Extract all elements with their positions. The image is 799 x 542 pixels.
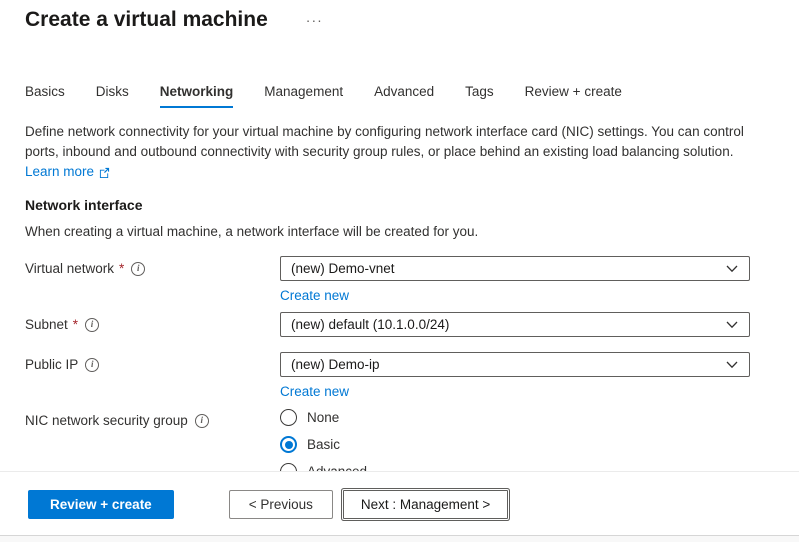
review-create-button[interactable]: Review + create	[28, 490, 174, 519]
public-ip-control: (new) Demo-ip Create new	[280, 352, 750, 401]
tab-management[interactable]: Management	[264, 84, 343, 108]
create-new-public-ip-link[interactable]: Create new	[280, 382, 349, 401]
pane-bottom-edge	[0, 535, 799, 542]
networking-form: Virtual network* i (new) Demo-vnet Creat…	[25, 256, 774, 490]
subnet-select[interactable]: (new) default (10.1.0.0/24)	[280, 312, 750, 337]
nsg-radio-none[interactable]: None	[280, 409, 750, 426]
virtual-network-control: (new) Demo-vnet Create new	[280, 256, 750, 305]
section-subtext: When creating a virtual machine, a netwo…	[25, 222, 774, 242]
tab-disks[interactable]: Disks	[96, 84, 129, 108]
required-asterisk: *	[119, 260, 124, 277]
virtual-network-value: (new) Demo-vnet	[291, 261, 395, 276]
virtual-network-select[interactable]: (new) Demo-vnet	[280, 256, 750, 281]
tab-tags[interactable]: Tags	[465, 84, 494, 108]
radio-button-icon[interactable]	[280, 409, 297, 426]
wizard-tabs: Basics Disks Networking Management Advan…	[25, 84, 774, 108]
virtual-network-label: Virtual network* i	[25, 256, 280, 277]
nsg-option-label[interactable]: None	[307, 409, 339, 426]
nic-nsg-label: NIC network security group i	[25, 408, 280, 429]
nsg-radio-basic[interactable]: Basic	[280, 436, 750, 453]
header: Create a virtual machine ···	[25, 0, 774, 34]
create-vm-pane: Create a virtual machine ··· Basics Disk…	[0, 0, 799, 490]
tab-advanced[interactable]: Advanced	[374, 84, 434, 108]
subnet-label: Subnet* i	[25, 312, 280, 333]
info-icon[interactable]: i	[131, 262, 145, 276]
chevron-down-icon	[726, 321, 738, 329]
tab-description: Define network connectivity for your vir…	[25, 122, 774, 162]
public-ip-select[interactable]: (new) Demo-ip	[280, 352, 750, 377]
chevron-down-icon	[726, 361, 738, 369]
radio-button-selected-icon[interactable]	[280, 436, 297, 453]
previous-button[interactable]: < Previous	[229, 490, 333, 519]
chevron-down-icon	[726, 265, 738, 273]
next-management-button[interactable]: Next : Management >	[343, 490, 508, 519]
section-heading: Network interface	[25, 196, 774, 214]
info-icon[interactable]: i	[85, 318, 99, 332]
subnet-control: (new) default (10.1.0.0/24)	[280, 312, 750, 337]
tab-review-create[interactable]: Review + create	[525, 84, 622, 108]
info-icon[interactable]: i	[195, 414, 209, 428]
more-menu-icon[interactable]: ···	[306, 6, 323, 34]
wizard-footer: Review + create < Previous Next : Manage…	[0, 471, 799, 535]
nsg-option-label[interactable]: Basic	[307, 436, 340, 453]
required-asterisk: *	[73, 316, 78, 333]
tab-networking[interactable]: Networking	[160, 84, 234, 108]
public-ip-row: Public IP i (new) Demo-ip Create new	[25, 352, 774, 401]
public-ip-value: (new) Demo-ip	[291, 357, 380, 372]
learn-more-link[interactable]: Learn more	[25, 162, 110, 182]
page-title: Create a virtual machine	[25, 6, 268, 34]
virtual-network-row: Virtual network* i (new) Demo-vnet Creat…	[25, 256, 774, 305]
create-new-vnet-link[interactable]: Create new	[280, 286, 349, 305]
learn-more-label: Learn more	[25, 162, 94, 182]
subnet-value: (new) default (10.1.0.0/24)	[291, 317, 449, 332]
external-link-icon	[99, 167, 110, 178]
info-icon[interactable]: i	[85, 358, 99, 372]
public-ip-label: Public IP i	[25, 352, 280, 373]
subnet-row: Subnet* i (new) default (10.1.0.0/24)	[25, 312, 774, 337]
tab-basics[interactable]: Basics	[25, 84, 65, 108]
